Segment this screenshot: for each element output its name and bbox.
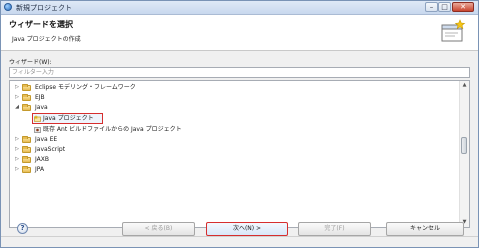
eclipse-app-icon [4, 3, 12, 11]
tree-item-java-ee[interactable]: ▷ Java EE [10, 135, 460, 144]
new-project-dialog: 新規プロジェクト – □ ✕ ウィザードを選択 Java プロジェクトの作成 ウ… [0, 0, 479, 248]
expand-arrow-icon[interactable]: ▷ [13, 155, 21, 164]
wizard-banner: ウィザードを選択 Java プロジェクトの作成 [1, 15, 478, 51]
wizards-label: ウィザード(W): [9, 59, 52, 66]
finish-button[interactable]: 完了(F) [298, 222, 371, 236]
tree-item-java-project[interactable]: Java プロジェクト [10, 114, 460, 123]
ant-project-icon [34, 127, 41, 133]
tree-item-label: Java EE [35, 136, 58, 143]
java-project-icon [34, 115, 41, 122]
tree-item-java[interactable]: ◢ Java [10, 103, 460, 112]
cancel-button[interactable]: キャンセル [386, 222, 464, 236]
tree-item-label: JPA [35, 166, 45, 173]
tree-item-eclipse-modeling[interactable]: ▷ Eclipse モデリング・フレームワーク [10, 83, 460, 92]
maximize-button[interactable]: □ [438, 2, 451, 12]
tree-item-label: 既存 Ant ビルドファイルからの Java プロジェクト [43, 126, 182, 133]
folder-icon [22, 94, 31, 101]
banner-subtitle: Java プロジェクトの作成 [12, 36, 81, 43]
expand-arrow-icon[interactable]: ▷ [13, 93, 21, 102]
expand-arrow-icon[interactable]: ▷ [13, 165, 21, 174]
folder-open-icon [22, 104, 31, 111]
folder-icon [22, 166, 31, 173]
tree-item-label: Java プロジェクト [43, 115, 94, 122]
wizard-banner-icon [441, 19, 466, 42]
wizard-tree[interactable]: ▷ Eclipse モデリング・フレームワーク ▷ EJB ◢ Java Jav… [9, 80, 470, 228]
close-button[interactable]: ✕ [452, 2, 474, 12]
tree-item-label: JAXB [35, 156, 49, 163]
banner-title: ウィザードを選択 [9, 20, 73, 29]
folder-icon [22, 156, 31, 163]
expand-arrow-icon[interactable]: ▷ [13, 135, 21, 144]
scroll-up-icon[interactable]: ▲ [460, 81, 469, 90]
scrollbar-thumb[interactable] [461, 137, 467, 154]
next-button[interactable]: 次へ(N) > [206, 222, 288, 236]
vertical-scrollbar[interactable]: ▲ ▼ [459, 81, 469, 227]
collapse-arrow-icon[interactable]: ◢ [13, 103, 21, 112]
folder-icon [22, 84, 31, 91]
tree-item-ejb[interactable]: ▷ EJB [10, 93, 460, 102]
tree-item-label: JavaScript [35, 146, 66, 153]
expand-arrow-icon[interactable]: ▷ [13, 83, 21, 92]
tree-item-java-project-from-ant[interactable]: 既存 Ant ビルドファイルからの Java プロジェクト [10, 125, 460, 134]
tree-item-jpa[interactable]: ▷ JPA [10, 165, 460, 174]
folder-icon [22, 146, 31, 153]
tree-item-label: Java [35, 104, 48, 111]
tree-item-jaxb[interactable]: ▷ JAXB [10, 155, 460, 164]
title-bar[interactable]: 新規プロジェクト – □ ✕ [1, 1, 478, 15]
window-title: 新規プロジェクト [16, 4, 72, 12]
dialog-footer [1, 236, 478, 247]
tree-item-label: Eclipse モデリング・フレームワーク [35, 84, 136, 91]
expand-arrow-icon[interactable]: ▷ [13, 145, 21, 154]
tree-item-label: EJB [35, 94, 45, 101]
back-button[interactable]: < 戻る(B) [122, 222, 195, 236]
help-button[interactable]: ? [17, 223, 28, 234]
folder-icon [22, 136, 31, 143]
minimize-button[interactable]: – [425, 2, 438, 12]
filter-input[interactable] [9, 67, 470, 78]
tree-item-javascript[interactable]: ▷ JavaScript [10, 145, 460, 154]
